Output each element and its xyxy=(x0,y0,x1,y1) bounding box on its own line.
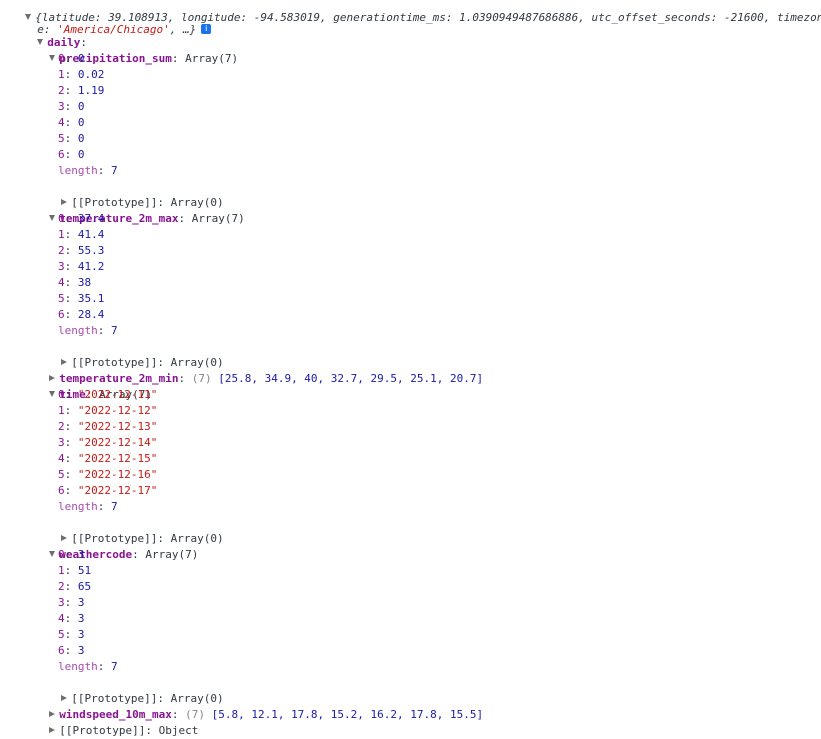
list-item: 2: 55.3 xyxy=(58,244,105,257)
temperature-2m-max-row[interactable]: temperature_2m_max: Array(7) xyxy=(36,195,245,225)
temperature-2m-min-row[interactable]: temperature_2m_min: (7) [25.8, 34.9, 40,… xyxy=(36,355,483,385)
list-item: 1: 0.02 xyxy=(58,68,105,81)
weathercode-row[interactable]: weathercode: Array(7) xyxy=(36,531,198,561)
list-item: 5: 3 xyxy=(58,628,85,641)
expand-arrow-icon[interactable] xyxy=(49,215,56,221)
list-item: 3: "2022-12-14" xyxy=(58,436,158,449)
list-item: 0: 3 xyxy=(58,548,85,561)
length-row: length: 7 xyxy=(58,164,118,177)
length-row: length: 7 xyxy=(58,660,118,673)
list-item: 2: 1.19 xyxy=(58,84,105,97)
list-item: 1: 41.4 xyxy=(58,228,105,241)
list-item: 4: 38 xyxy=(58,276,92,289)
length-row: length: 7 xyxy=(58,324,118,337)
info-icon[interactable]: i xyxy=(201,24,212,34)
list-item: 2: 65 xyxy=(58,580,92,593)
list-item: 1: "2022-12-12" xyxy=(58,404,158,417)
object-prototype-row[interactable]: [[Prototype]]: Object xyxy=(36,707,198,737)
prototype-row[interactable]: [[Prototype]]: Array(0) xyxy=(48,675,224,705)
list-item: 4: 3 xyxy=(58,612,85,625)
list-item: 4: 0 xyxy=(58,116,85,129)
list-item: 5: "2022-12-16" xyxy=(58,468,158,481)
expand-arrow-icon[interactable] xyxy=(49,391,56,397)
expand-arrow-icon[interactable] xyxy=(49,551,56,557)
collapse-arrow-icon[interactable] xyxy=(49,727,56,733)
list-item: 2: "2022-12-13" xyxy=(58,420,158,433)
list-item: 5: 0 xyxy=(58,132,85,145)
length-row: length: 7 xyxy=(58,500,118,513)
list-item: 3: 3 xyxy=(58,596,85,609)
time-row[interactable]: time: Array(7) xyxy=(36,371,152,401)
list-item: 0: "2022-12-11" xyxy=(58,388,158,401)
list-item: 3: 41.2 xyxy=(58,260,105,273)
expand-arrow-icon[interactable] xyxy=(49,55,56,61)
list-item: 6: 0 xyxy=(58,148,85,161)
list-item: 6: "2022-12-17" xyxy=(58,484,158,497)
list-item: 3: 0 xyxy=(58,100,85,113)
precipitation-sum-row[interactable]: precipitation_sum: Array(7) xyxy=(36,35,238,65)
prototype-row[interactable]: [[Prototype]]: Array(0) xyxy=(48,179,224,209)
list-item: 4: "2022-12-15" xyxy=(58,452,158,465)
list-item: 0: 37.4 xyxy=(58,212,105,225)
list-item: 1: 51 xyxy=(58,564,92,577)
prototype-row[interactable]: [[Prototype]]: Array(0) xyxy=(48,515,224,545)
list-item: 6: 3 xyxy=(58,644,85,657)
list-item: 0: 0 xyxy=(58,52,85,65)
list-item: 5: 35.1 xyxy=(58,292,105,305)
prototype-row[interactable]: [[Prototype]]: Array(0) xyxy=(48,339,224,369)
list-item: 6: 28.4 xyxy=(58,308,105,321)
windspeed-10m-max-row[interactable]: windspeed_10m_max: (7) [5.8, 12.1, 17.8,… xyxy=(36,691,483,721)
daily-row[interactable]: daily: xyxy=(24,19,87,49)
